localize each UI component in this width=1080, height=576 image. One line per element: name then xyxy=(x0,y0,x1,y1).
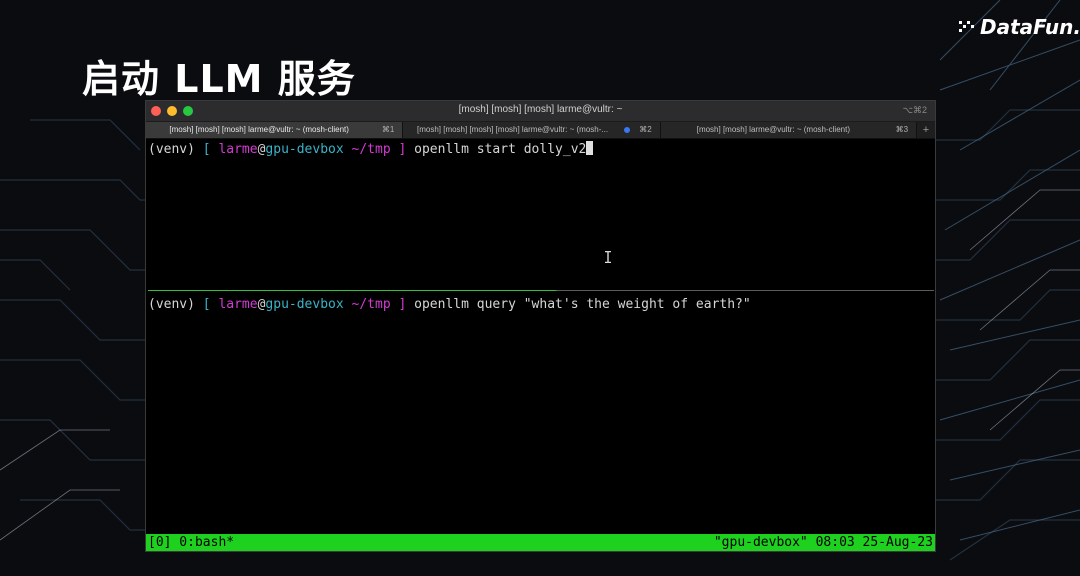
window-titlebar[interactable]: [mosh] [mosh] [mosh] larme@vultr: ~ ⌥⌘2 xyxy=(146,101,935,122)
tab-shortcut: ⌘2 xyxy=(639,125,652,134)
prompt-user: larme xyxy=(218,297,258,312)
command-line: (venv) [ larme@gpu-devbox ~/tmp ] openll… xyxy=(148,141,594,157)
tab-label: [mosh] [mosh] [mosh] [mosh] larme@vultr:… xyxy=(416,125,609,134)
venv-label: (venv) xyxy=(148,297,203,312)
datafun-logo-icon xyxy=(959,21,974,32)
prompt-user: larme xyxy=(218,142,258,157)
pane-divider[interactable] xyxy=(148,290,934,291)
tmux-status-bar: [0] 0:bash* "gpu-devbox" 08:03 25-Aug-23 xyxy=(146,534,935,551)
prompt-dir: ~/tmp xyxy=(343,142,391,157)
tab-bar: [mosh] [mosh] [mosh] larme@vultr: ~ (mos… xyxy=(146,122,935,139)
terminal-window[interactable]: [mosh] [mosh] [mosh] larme@vultr: ~ ⌥⌘2 … xyxy=(145,100,936,552)
tmux-window-list[interactable]: [0] 0:bash* xyxy=(148,534,234,551)
prompt-bracket: ] xyxy=(390,142,407,157)
tmux-status-info: "gpu-devbox" 08:03 25-Aug-23 xyxy=(713,535,933,550)
venv-label: (venv) xyxy=(148,142,203,157)
prompt-host: gpu-devbox xyxy=(265,142,344,157)
tmux-pane-bottom[interactable]: (venv) [ larme@gpu-devbox ~/tmp ] openll… xyxy=(146,295,935,531)
tab-3[interactable]: [mosh] [mosh] larme@vultr: ~ (mosh-clien… xyxy=(660,122,918,138)
prompt-bracket: [ xyxy=(202,297,219,312)
datafun-logo: DataFun. xyxy=(958,12,1080,42)
tmux-pane-top[interactable]: (venv) [ larme@gpu-devbox ~/tmp ] openll… xyxy=(146,139,935,289)
tab-shortcut: ⌘1 xyxy=(381,125,395,134)
tab-shortcut: ⌘3 xyxy=(895,125,909,134)
new-tab-button[interactable]: + xyxy=(917,122,935,138)
prompt-host: gpu-devbox xyxy=(265,297,344,312)
ibeam-cursor-icon xyxy=(605,251,611,263)
activity-dot-icon xyxy=(623,127,630,133)
text-cursor xyxy=(586,141,594,155)
window-shortcut: ⌥⌘2 xyxy=(902,105,927,115)
command-text: openllm start dolly_v2 xyxy=(406,142,587,157)
prompt-bracket: ] xyxy=(390,297,407,312)
slide-title: 启动 LLM 服务 xyxy=(82,57,356,101)
prompt-bracket: [ xyxy=(202,142,219,157)
tab-1[interactable]: [mosh] [mosh] [mosh] larme@vultr: ~ (mos… xyxy=(146,122,404,138)
command-text: openllm query "what's the weight of eart… xyxy=(406,297,751,312)
window-title: [mosh] [mosh] [mosh] larme@vultr: ~ xyxy=(458,104,623,115)
tab-2[interactable]: [mosh] [mosh] [mosh] [mosh] larme@vultr:… xyxy=(403,122,661,138)
prompt-dir: ~/tmp xyxy=(343,297,391,312)
logo-text: DataFun. xyxy=(980,15,1080,39)
command-line: (venv) [ larme@gpu-devbox ~/tmp ] openll… xyxy=(148,297,751,312)
tab-label: [mosh] [mosh] [mosh] larme@vultr: ~ (mos… xyxy=(169,125,349,134)
tab-label: [mosh] [mosh] larme@vultr: ~ (mosh-clien… xyxy=(696,125,850,134)
